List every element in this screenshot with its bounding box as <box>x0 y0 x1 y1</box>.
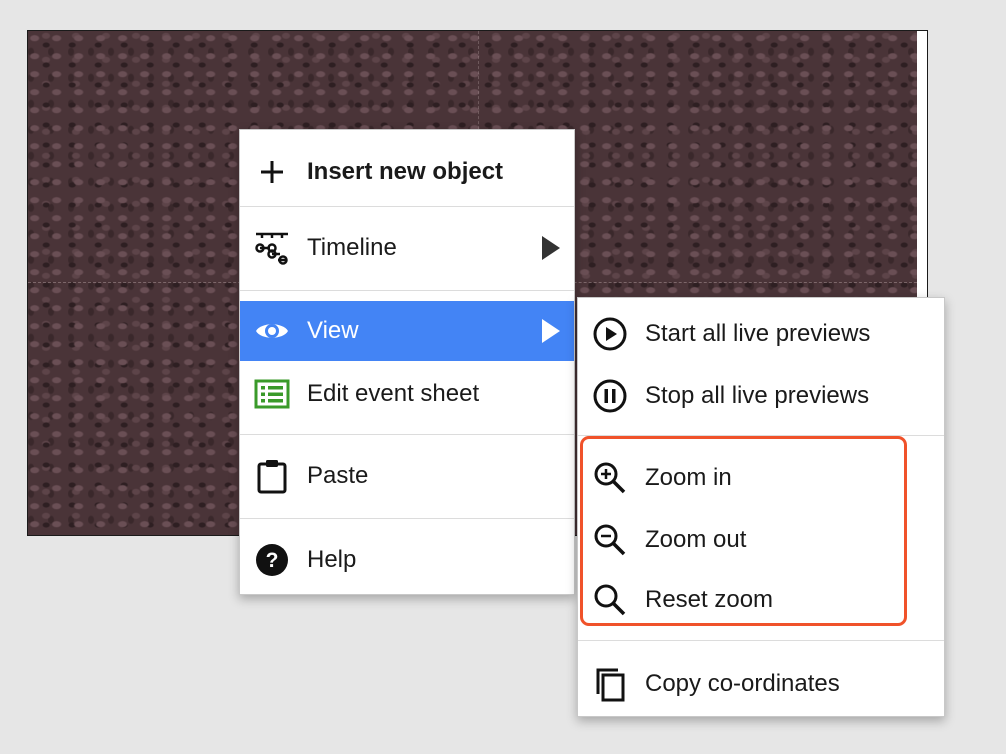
menu-item-label: View <box>307 317 359 344</box>
menu-item-label: Paste <box>307 462 369 489</box>
menu-item-label: Zoom out <box>645 526 747 553</box>
menu-item-label: Zoom in <box>645 464 732 491</box>
search-icon <box>592 582 628 618</box>
menu-item-label: Reset zoom <box>645 586 774 613</box>
help-icon: ? <box>254 542 290 578</box>
menu-item-reset-zoom[interactable]: Reset zoom <box>578 570 944 630</box>
menu-item-label: Help <box>307 546 357 573</box>
clipboard-icon <box>254 458 290 494</box>
submenu-arrow-icon <box>542 319 560 343</box>
menu-separator <box>240 518 574 519</box>
menu-item-label: Edit event sheet <box>307 380 480 407</box>
menu-separator <box>578 640 944 641</box>
menu-item-label: Timeline <box>307 234 397 261</box>
plus-icon <box>254 154 290 190</box>
menu-item-label: Stop all live previews <box>645 382 870 409</box>
menu-item-label: Insert new object <box>307 158 504 185</box>
menu-item-zoom-in[interactable]: Zoom in <box>578 448 944 508</box>
menu-item-help[interactable]: ? Help <box>240 530 574 590</box>
play-circle-icon <box>592 316 628 352</box>
menu-separator <box>240 290 574 291</box>
menu-item-copy-coordinates[interactable]: Copy co-ordinates <box>578 654 944 714</box>
timeline-icon <box>254 230 290 266</box>
menu-item-view[interactable]: View <box>240 301 574 361</box>
menu-item-label: Start all live previews <box>645 320 871 347</box>
copy-icon <box>592 666 628 702</box>
view-submenu: Start all live previews Stop all live pr… <box>577 297 945 717</box>
context-menu: Insert new object Timeline View Edit eve… <box>239 129 575 595</box>
pause-circle-icon <box>592 378 628 414</box>
menu-separator <box>240 206 574 207</box>
menu-item-paste[interactable]: Paste <box>240 446 574 506</box>
submenu-arrow-icon <box>542 236 560 260</box>
menu-separator <box>240 434 574 435</box>
menu-item-start-all-live-previews[interactable]: Start all live previews <box>578 304 944 364</box>
event-sheet-icon <box>254 376 290 412</box>
menu-separator <box>578 435 944 436</box>
menu-item-label: Copy co-ordinates <box>645 670 840 697</box>
eye-icon <box>254 313 290 349</box>
menu-item-stop-all-live-previews[interactable]: Stop all live previews <box>578 366 944 426</box>
menu-item-zoom-out[interactable]: Zoom out <box>578 510 944 570</box>
svg-text:?: ? <box>266 549 279 572</box>
menu-item-edit-event-sheet[interactable]: Edit event sheet <box>240 364 574 424</box>
menu-item-insert-new-object[interactable]: Insert new object <box>240 142 574 202</box>
zoom-in-icon <box>592 460 628 496</box>
zoom-out-icon <box>592 522 628 558</box>
menu-item-timeline[interactable]: Timeline <box>240 218 574 278</box>
